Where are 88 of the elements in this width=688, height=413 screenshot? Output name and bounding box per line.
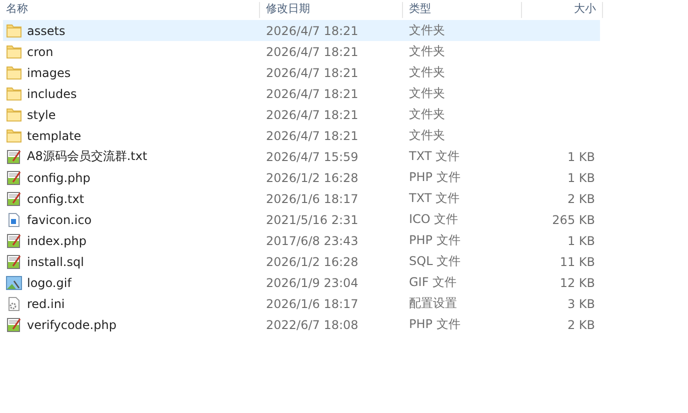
file-row[interactable]: template 2026/4/7 18:21 文件夹: [3, 125, 600, 146]
notepad-icon: [6, 232, 22, 248]
file-type: PHP 文件: [408, 316, 462, 333]
file-name: cron: [27, 44, 54, 58]
file-name: index.php: [27, 234, 86, 248]
modified-date: 2026/4/7 18:21: [265, 108, 360, 122]
modified-date: 2026/4/7 15:59: [265, 150, 360, 164]
modified-date: 2026/4/7 18:21: [265, 128, 360, 142]
modified-date: 2026/1/6 18:17: [265, 192, 360, 206]
file-row[interactable]: style 2026/4/7 18:21 文件夹: [3, 104, 600, 125]
file-row[interactable]: includes 2026/4/7 18:21 文件夹: [3, 83, 600, 104]
file-type: 文件夹: [408, 43, 446, 60]
file-name: red.ini: [27, 296, 65, 310]
file-size: 2 KB: [566, 318, 596, 332]
notepad-icon: [6, 316, 22, 332]
file-type: GIF 文件: [408, 274, 458, 291]
modified-date: 2026/4/7 18:21: [265, 44, 360, 58]
image-icon: [6, 274, 22, 290]
file-row[interactable]: cron 2026/4/7 18:21 文件夹: [3, 41, 600, 62]
file-type: 文件夹: [408, 64, 446, 81]
file-row[interactable]: config.php 2026/1/2 16:28 PHP 文件 1 KB: [3, 167, 600, 188]
file-type: 配置设置: [408, 295, 458, 312]
file-row[interactable]: red.ini 2026/1/6 18:17 配置设置 3 KB: [3, 293, 600, 314]
modified-date: 2022/6/7 18:08: [265, 318, 360, 332]
file-row[interactable]: assets 2026/4/7 18:21 文件夹: [3, 20, 600, 41]
file-name: template: [27, 128, 82, 142]
modified-date: 2017/6/8 23:43: [265, 234, 360, 248]
folder-icon: [6, 64, 22, 80]
modified-date: 2026/1/6 18:17: [265, 296, 360, 310]
file-size: 2 KB: [566, 192, 596, 206]
folder-icon: [6, 44, 22, 60]
file-name: config.php: [27, 170, 90, 184]
file-name: install.sql: [27, 254, 84, 268]
modified-date: 2026/4/7 18:21: [265, 66, 360, 80]
folder-icon: [6, 128, 22, 144]
file-row[interactable]: logo.gif 2026/1/9 23:04 GIF 文件 12 KB: [3, 272, 600, 293]
file-name: includes: [27, 86, 77, 100]
file-type: PHP 文件: [408, 169, 462, 186]
file-icon: [6, 212, 22, 228]
modified-date: 2026/4/7 18:21: [265, 86, 360, 100]
file-size: 1 KB: [566, 170, 596, 184]
file-name: verifycode.php: [27, 318, 116, 332]
file-type: 文件夹: [408, 106, 446, 123]
modified-date: 2026/1/2 16:28: [265, 254, 360, 268]
file-type: SQL 文件: [408, 253, 462, 270]
file-type: 文件夹: [408, 85, 446, 102]
folder-icon: [6, 106, 22, 122]
file-row[interactable]: config.txt 2026/1/6 18:17 TXT 文件 2 KB: [3, 188, 600, 209]
file-name: config.txt: [27, 192, 84, 206]
file-type: PHP 文件: [408, 232, 462, 249]
notepad-icon: [6, 190, 22, 206]
file-name: A8源码会员交流群.txt: [27, 148, 148, 165]
modified-date: 2026/1/9 23:04: [265, 276, 360, 290]
file-row[interactable]: index.php 2017/6/8 23:43 PHP 文件 1 KB: [3, 230, 600, 251]
file-type: TXT 文件: [408, 190, 460, 207]
modified-date: 2026/4/7 18:21: [265, 24, 360, 38]
file-name: images: [27, 66, 71, 80]
file-name: style: [27, 108, 56, 122]
file-row[interactable]: install.sql 2026/1/2 16:28 SQL 文件 11 KB: [3, 251, 600, 272]
column-header[interactable]: 类型: [403, 2, 522, 18]
file-type: 文件夹: [408, 127, 446, 144]
notepad-icon: [6, 170, 22, 186]
column-header[interactable]: 大小: [522, 2, 603, 18]
column-header[interactable]: 名称: [0, 2, 260, 18]
file-row[interactable]: A8源码会员交流群.txt 2026/4/7 15:59 TXT 文件 1 KB: [3, 146, 600, 167]
file-name: assets: [27, 24, 66, 38]
file-type: ICO 文件: [408, 211, 460, 228]
gear-file-icon: [6, 296, 22, 312]
file-size: 1 KB: [566, 234, 596, 248]
modified-date: 2026/1/2 16:28: [265, 170, 360, 184]
notepad-icon: [6, 254, 22, 270]
file-type: 文件夹: [408, 22, 446, 39]
folder-icon: [6, 86, 22, 102]
file-name: favicon.ico: [27, 212, 92, 226]
file-name: logo.gif: [27, 276, 72, 290]
folder-icon: [6, 22, 22, 38]
file-size: 265 KB: [551, 212, 596, 226]
file-size: 12 KB: [558, 276, 596, 290]
modified-date: 2021/5/16 2:31: [265, 212, 360, 226]
notepad-icon: [6, 148, 22, 164]
file-type: TXT 文件: [408, 148, 460, 165]
file-size: 3 KB: [566, 296, 596, 310]
file-size: 11 KB: [558, 254, 596, 268]
file-size: 1 KB: [566, 150, 596, 164]
column-header[interactable]: 修改日期: [260, 2, 403, 18]
file-row[interactable]: favicon.ico 2021/5/16 2:31 ICO 文件 265 KB: [3, 209, 600, 230]
file-row[interactable]: images 2026/4/7 18:21 文件夹: [3, 62, 600, 83]
file-row[interactable]: verifycode.php 2022/6/7 18:08 PHP 文件 2 KB: [3, 314, 600, 335]
